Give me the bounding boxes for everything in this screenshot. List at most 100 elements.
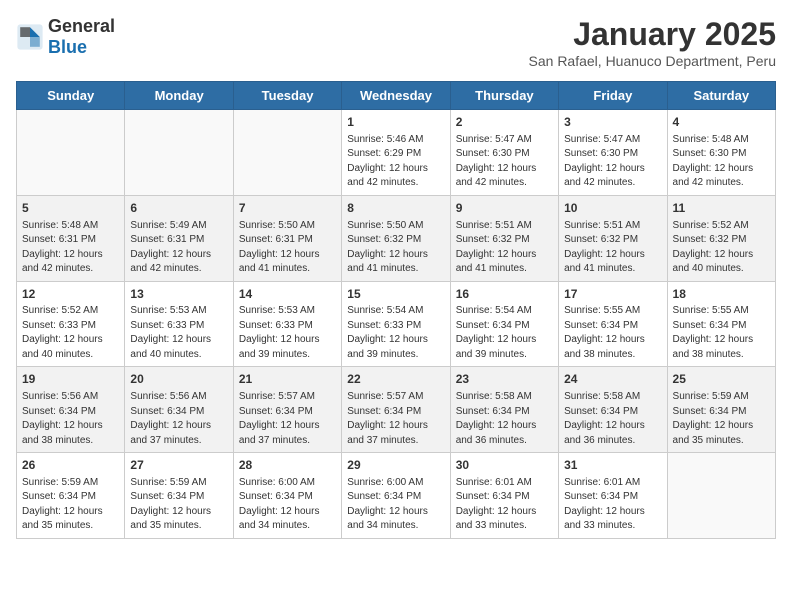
day-info: Sunrise: 5:58 AM Sunset: 6:34 PM Dayligh… xyxy=(564,390,661,448)
day-info: Sunrise: 5:47 AM Sunset: 6:30 PM Dayligh… xyxy=(564,133,661,191)
day-number: 4 xyxy=(673,114,770,131)
day-info: Sunrise: 5:48 AM Sunset: 6:31 PM Dayligh… xyxy=(22,219,119,277)
calendar-cell: 26 Sunrise: 5:59 AM Sunset: 6:34 PM Dayli… xyxy=(17,453,125,539)
calendar-subtitle: San Rafael, Huanuco Department, Peru xyxy=(529,53,776,69)
page-header: General Blue January 2025 San Rafael, Hu… xyxy=(16,16,776,69)
calendar-cell: 6 Sunrise: 5:49 AM Sunset: 6:31 PM Daylig… xyxy=(125,195,233,281)
calendar-cell: 21 Sunrise: 5:57 AM Sunset: 6:34 PM Dayli… xyxy=(233,367,341,453)
calendar-cell: 28Sunrise: 6:00 AM Sunset: 6:34 PM Dayli… xyxy=(233,453,341,539)
title-section: January 2025 San Rafael, Huanuco Departm… xyxy=(529,16,776,69)
day-info: Sunrise: 5:54 AM Sunset: 6:34 PM Dayligh… xyxy=(456,304,553,362)
calendar-cell: 1 Sunrise: 5:46 AM Sunset: 6:29 PM Daylig… xyxy=(342,110,450,196)
calendar-cell: 19Sunrise: 5:56 AM Sunset: 6:34 PM Dayli… xyxy=(17,367,125,453)
day-info: Sunrise: 5:53 AM Sunset: 6:33 PM Dayligh… xyxy=(239,304,336,362)
calendar-cell: 16Sunrise: 5:54 AM Sunset: 6:34 PM Dayli… xyxy=(450,281,558,367)
day-number: 26 xyxy=(22,457,119,474)
day-number: 14 xyxy=(239,286,336,303)
logo-general: General xyxy=(48,16,115,36)
calendar-title: January 2025 xyxy=(529,16,776,53)
calendar-cell: 17Sunrise: 5:55 AM Sunset: 6:34 PM Dayli… xyxy=(559,281,667,367)
logo-text: General Blue xyxy=(48,16,115,58)
day-info: Sunrise: 6:01 AM Sunset: 6:34 PM Dayligh… xyxy=(456,476,553,534)
day-info: Sunrise: 5:48 AM Sunset: 6:30 PM Dayligh… xyxy=(673,133,770,191)
day-number: 20 xyxy=(130,371,227,388)
day-number: 10 xyxy=(564,200,661,217)
day-info: Sunrise: 6:01 AM Sunset: 6:34 PM Dayligh… xyxy=(564,476,661,534)
day-info: Sunrise: 6:00 AM Sunset: 6:34 PM Dayligh… xyxy=(239,476,336,534)
day-info: Sunrise: 5:56 AM Sunset: 6:34 PM Dayligh… xyxy=(130,390,227,448)
calendar-cell: 2 Sunrise: 5:47 AM Sunset: 6:30 PM Daylig… xyxy=(450,110,558,196)
day-number: 31 xyxy=(564,457,661,474)
weekday-header-sunday: Sunday xyxy=(17,82,125,110)
day-number: 6 xyxy=(130,200,227,217)
weekday-header-wednesday: Wednesday xyxy=(342,82,450,110)
weekday-header-friday: Friday xyxy=(559,82,667,110)
calendar-cell: 9Sunrise: 5:51 AM Sunset: 6:32 PM Daylig… xyxy=(450,195,558,281)
day-info: Sunrise: 5:54 AM Sunset: 6:33 PM Dayligh… xyxy=(347,304,444,362)
calendar-cell xyxy=(125,110,233,196)
calendar-cell: 3 Sunrise: 5:47 AM Sunset: 6:30 PM Daylig… xyxy=(559,110,667,196)
day-info: Sunrise: 5:59 AM Sunset: 6:34 PM Dayligh… xyxy=(22,476,119,534)
day-number: 11 xyxy=(673,200,770,217)
day-info: Sunrise: 5:59 AM Sunset: 6:34 PM Dayligh… xyxy=(673,390,770,448)
week-row-2: 12Sunrise: 5:52 AM Sunset: 6:33 PM Dayli… xyxy=(17,281,776,367)
day-number: 2 xyxy=(456,114,553,131)
calendar-cell: 25 Sunrise: 5:59 AM Sunset: 6:34 PM Dayli… xyxy=(667,367,775,453)
day-info: Sunrise: 5:59 AM Sunset: 6:34 PM Dayligh… xyxy=(130,476,227,534)
day-info: Sunrise: 5:50 AM Sunset: 6:32 PM Dayligh… xyxy=(347,219,444,277)
calendar-cell: 31 Sunrise: 6:01 AM Sunset: 6:34 PM Dayli… xyxy=(559,453,667,539)
day-number: 22 xyxy=(347,371,444,388)
day-number: 21 xyxy=(239,371,336,388)
calendar-cell: 13Sunrise: 5:53 AM Sunset: 6:33 PM Dayli… xyxy=(125,281,233,367)
calendar-cell: 4 Sunrise: 5:48 AM Sunset: 6:30 PM Daylig… xyxy=(667,110,775,196)
day-number: 27 xyxy=(130,457,227,474)
day-info: Sunrise: 5:52 AM Sunset: 6:33 PM Dayligh… xyxy=(22,304,119,362)
calendar-cell: 5 Sunrise: 5:48 AM Sunset: 6:31 PM Daylig… xyxy=(17,195,125,281)
day-number: 1 xyxy=(347,114,444,131)
day-number: 19 xyxy=(22,371,119,388)
calendar-cell: 14Sunrise: 5:53 AM Sunset: 6:33 PM Dayli… xyxy=(233,281,341,367)
weekday-header-saturday: Saturday xyxy=(667,82,775,110)
weekday-header-tuesday: Tuesday xyxy=(233,82,341,110)
day-info: Sunrise: 5:47 AM Sunset: 6:30 PM Dayligh… xyxy=(456,133,553,191)
day-info: Sunrise: 5:55 AM Sunset: 6:34 PM Dayligh… xyxy=(673,304,770,362)
day-number: 16 xyxy=(456,286,553,303)
day-info: Sunrise: 5:58 AM Sunset: 6:34 PM Dayligh… xyxy=(456,390,553,448)
day-number: 8 xyxy=(347,200,444,217)
day-info: Sunrise: 5:51 AM Sunset: 6:32 PM Dayligh… xyxy=(456,219,553,277)
calendar-cell: 27 Sunrise: 5:59 AM Sunset: 6:34 PM Dayli… xyxy=(125,453,233,539)
day-number: 29 xyxy=(347,457,444,474)
calendar-cell: 12Sunrise: 5:52 AM Sunset: 6:33 PM Dayli… xyxy=(17,281,125,367)
day-number: 7 xyxy=(239,200,336,217)
week-row-0: 1 Sunrise: 5:46 AM Sunset: 6:29 PM Daylig… xyxy=(17,110,776,196)
week-row-4: 26 Sunrise: 5:59 AM Sunset: 6:34 PM Dayli… xyxy=(17,453,776,539)
logo: General Blue xyxy=(16,16,115,58)
calendar-cell: 22Sunrise: 5:57 AM Sunset: 6:34 PM Dayli… xyxy=(342,367,450,453)
day-info: Sunrise: 5:46 AM Sunset: 6:29 PM Dayligh… xyxy=(347,133,444,191)
calendar-cell: 7Sunrise: 5:50 AM Sunset: 6:31 PM Daylig… xyxy=(233,195,341,281)
calendar-cell: 10Sunrise: 5:51 AM Sunset: 6:32 PM Dayli… xyxy=(559,195,667,281)
day-number: 24 xyxy=(564,371,661,388)
calendar-cell: 8 Sunrise: 5:50 AM Sunset: 6:32 PM Daylig… xyxy=(342,195,450,281)
calendar-cell: 18Sunrise: 5:55 AM Sunset: 6:34 PM Dayli… xyxy=(667,281,775,367)
weekday-header-thursday: Thursday xyxy=(450,82,558,110)
week-row-3: 19 Sunrise: 5:56 AM Sunset: 6:34 PM Dayli… xyxy=(17,367,776,453)
day-number: 13 xyxy=(130,286,227,303)
calendar-cell xyxy=(667,453,775,539)
day-number: 23 xyxy=(456,371,553,388)
day-number: 5 xyxy=(22,200,119,217)
day-info: Sunrise: 5:57 AM Sunset: 6:34 PM Dayligh… xyxy=(239,390,336,448)
calendar-cell: 30Sunrise: 6:01 AM Sunset: 6:34 PM Dayli… xyxy=(450,453,558,539)
calendar-cell: 29 Sunrise: 6:00 AM Sunset: 6:34 PM Dayli… xyxy=(342,453,450,539)
day-number: 3 xyxy=(564,114,661,131)
weekday-header-row: SundayMondayTuesdayWednesdayThursdayFrid… xyxy=(17,82,776,110)
day-info: Sunrise: 5:55 AM Sunset: 6:34 PM Dayligh… xyxy=(564,304,661,362)
calendar-cell xyxy=(233,110,341,196)
day-info: Sunrise: 6:00 AM Sunset: 6:34 PM Dayligh… xyxy=(347,476,444,534)
calendar-table: SundayMondayTuesdayWednesdayThursdayFrid… xyxy=(16,81,776,539)
calendar-cell: 20 Sunrise: 5:56 AM Sunset: 6:34 PM Dayli… xyxy=(125,367,233,453)
day-info: Sunrise: 5:52 AM Sunset: 6:32 PM Dayligh… xyxy=(673,219,770,277)
logo-blue: Blue xyxy=(48,37,87,57)
day-info: Sunrise: 5:49 AM Sunset: 6:31 PM Dayligh… xyxy=(130,219,227,277)
day-number: 25 xyxy=(673,371,770,388)
